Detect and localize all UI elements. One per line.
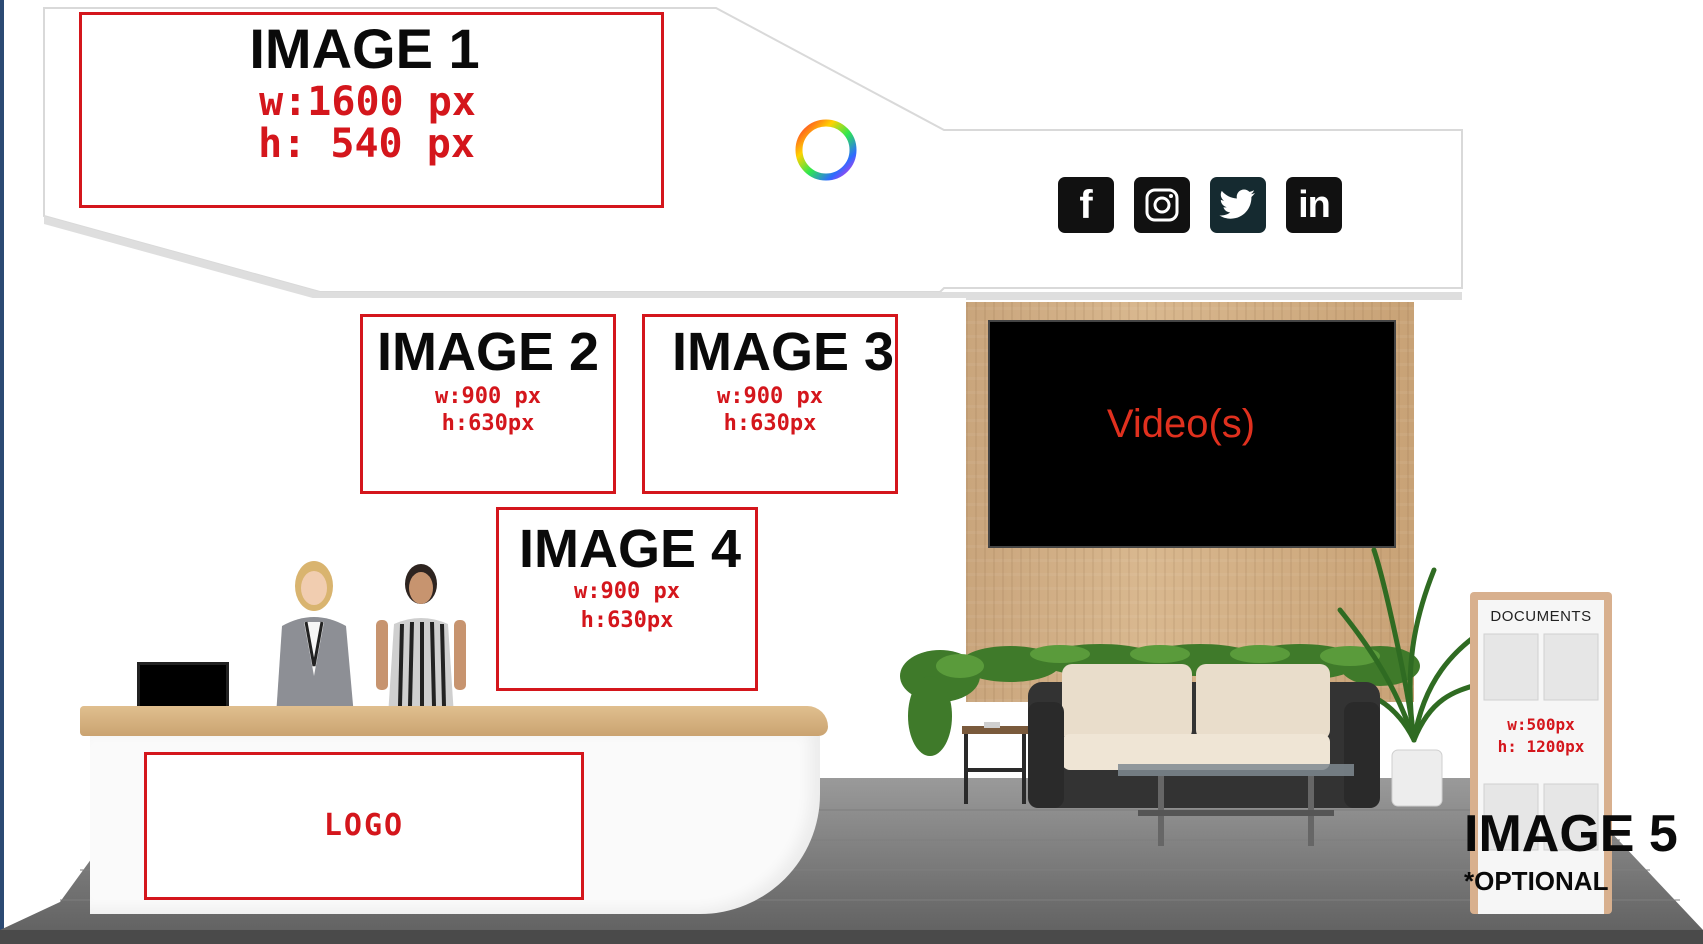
image-5-width: w:500px <box>1507 715 1575 734</box>
coffee-table <box>1118 764 1354 846</box>
desk-countertop <box>80 706 828 736</box>
image-3-slot[interactable]: IMAGE 3 w:900 px h:630px <box>642 314 898 494</box>
image-1-slot[interactable]: IMAGE 1 w:1600 px h: 540 px <box>79 12 664 208</box>
image-5-optional-note: *OPTIONAL <box>1464 866 1609 896</box>
video-label: Video(s) <box>1106 401 1256 446</box>
image-5-caption: IMAGE 5 *OPTIONAL <box>1464 808 1678 894</box>
image-4-height: h:630px <box>580 608 674 634</box>
hostess-left <box>276 561 354 716</box>
linkedin-icon[interactable]: in <box>1286 177 1342 233</box>
side-table <box>962 722 1028 804</box>
image-2-width: w:900 px <box>435 384 541 409</box>
image-2-slot[interactable]: IMAGE 2 w:900 px h:630px <box>360 314 616 494</box>
instagram-icon[interactable] <box>1134 177 1190 233</box>
image-3-title: IMAGE 3 <box>671 322 895 382</box>
facebook-icon[interactable]: f <box>1058 177 1114 233</box>
image-5-height: h: 1200px <box>1497 736 1585 756</box>
logo-slot[interactable]: LOGO <box>144 752 584 900</box>
image-1-width: w:1600 px <box>259 79 476 125</box>
documents-title: DOCUMENTS <box>1490 608 1592 625</box>
image-5-dimensions: w:500px h: 1200px <box>1470 714 1612 757</box>
image-4-title: IMAGE 4 <box>518 519 742 579</box>
image-3-height: h:630px <box>723 411 817 437</box>
image-2-height: h:630px <box>441 411 535 437</box>
image-4-slot[interactable]: IMAGE 4 w:900 px h:630px <box>496 507 758 691</box>
twitter-bird-glyph <box>1219 189 1255 219</box>
hostess-right <box>376 564 466 716</box>
color-ring-icon <box>795 119 857 181</box>
image-2-title: IMAGE 2 <box>376 322 600 382</box>
image-5-title: IMAGE 5 <box>1464 805 1678 863</box>
image-1-height: h: 540 px <box>258 121 475 167</box>
facebook-label: f <box>1079 182 1093 227</box>
logo-label: LOGO <box>323 808 405 844</box>
image-1-title: IMAGE 1 <box>249 17 480 80</box>
twitter-icon[interactable] <box>1210 177 1266 233</box>
video-screen[interactable]: Video(s) <box>988 320 1396 548</box>
instagram-glyph <box>1145 188 1179 222</box>
image-3-width: w:900 px <box>717 384 823 409</box>
image-4-width: w:900 px <box>574 579 680 604</box>
linkedin-label: in <box>1298 183 1331 226</box>
